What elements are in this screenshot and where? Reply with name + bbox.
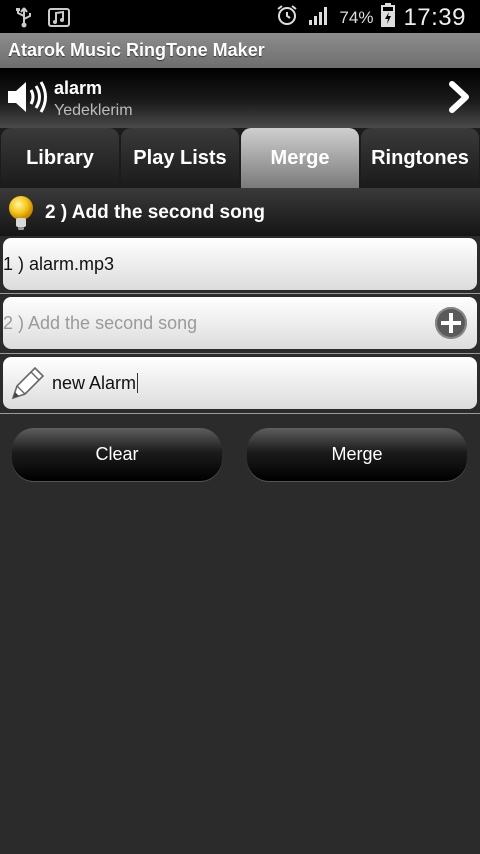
tab-ringtones[interactable]: Ringtones bbox=[361, 128, 479, 188]
tab-merge[interactable]: Merge bbox=[241, 128, 359, 188]
divider bbox=[0, 353, 480, 354]
now-playing-subtitle: Yedeklerim bbox=[54, 102, 133, 119]
now-playing-bar[interactable]: alarm Yedeklerim bbox=[0, 68, 480, 128]
pencil-icon bbox=[7, 364, 47, 409]
first-song-field[interactable]: 1 ) alarm.mp3 bbox=[3, 238, 477, 290]
status-bar: 74% 17:39 bbox=[0, 0, 480, 33]
usb-icon bbox=[14, 6, 34, 33]
output-name-input[interactable]: new Alarm bbox=[52, 373, 139, 393]
app-title: Atarok Music RingTone Maker bbox=[8, 40, 265, 60]
tab-library[interactable]: Library bbox=[1, 128, 119, 188]
clock: 17:39 bbox=[403, 3, 466, 31]
hint-bar: 2 ) Add the second song bbox=[0, 188, 480, 236]
app-title-bar: Atarok Music RingTone Maker bbox=[0, 33, 480, 69]
chevron-right-icon[interactable] bbox=[446, 80, 472, 119]
output-name-field[interactable]: new Alarm bbox=[3, 357, 477, 409]
alarm-icon bbox=[275, 3, 299, 32]
tab-bar: Library Play Lists Merge Ringtones bbox=[0, 128, 480, 188]
now-playing-title: alarm bbox=[54, 78, 103, 98]
divider bbox=[0, 413, 480, 414]
battery-percent: 74% bbox=[339, 7, 374, 27]
hint-text: 2 ) Add the second song bbox=[45, 202, 265, 223]
clear-button[interactable]: Clear bbox=[12, 428, 222, 481]
second-song-field[interactable]: 2 ) Add the second song bbox=[3, 297, 477, 349]
second-song-placeholder: 2 ) Add the second song bbox=[3, 313, 198, 333]
battery-charging-icon bbox=[381, 3, 396, 32]
add-icon[interactable] bbox=[435, 307, 467, 339]
first-song-label: 1 ) alarm.mp3 bbox=[3, 254, 115, 274]
tab-play-lists[interactable]: Play Lists bbox=[121, 128, 239, 188]
music-icon bbox=[48, 6, 70, 33]
merge-button[interactable]: Merge bbox=[247, 428, 467, 481]
signal-icon bbox=[307, 4, 331, 31]
lightbulb-icon bbox=[6, 194, 36, 237]
speaker-icon[interactable] bbox=[5, 78, 49, 121]
divider bbox=[0, 293, 480, 294]
